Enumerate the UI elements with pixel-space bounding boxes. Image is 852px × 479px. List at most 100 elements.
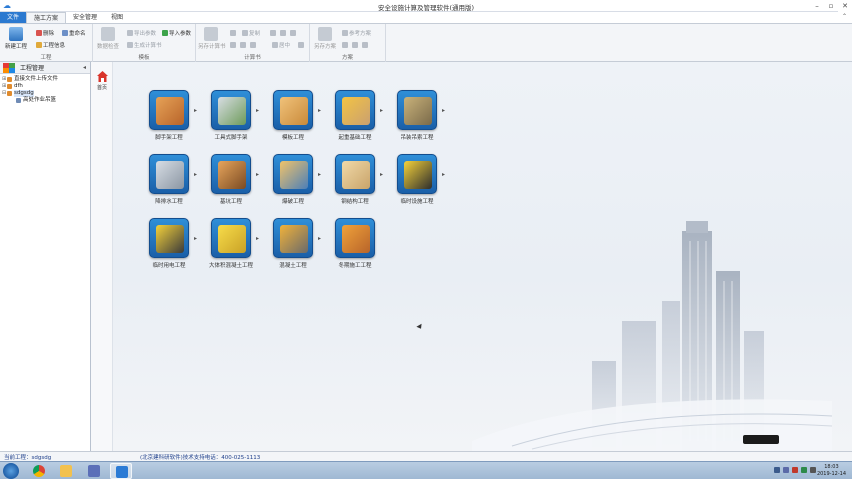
module-hoisting[interactable]: 吊装吊索工程 ▸	[391, 90, 445, 141]
expand-arrow-icon[interactable]: ▸	[380, 171, 383, 178]
project-node-icon	[7, 84, 12, 89]
title-bar: ☁ 安全设施计算及管理软件(通用版) – ▫ ✕	[0, 0, 852, 12]
project-info-button[interactable]: 工程信息	[36, 41, 65, 49]
cut-icon[interactable]	[230, 42, 236, 48]
system-clock[interactable]: 18:03 2019-12-14	[817, 464, 846, 478]
home-icon	[96, 70, 109, 83]
module-temporary-facility[interactable]: 临时设施工程 ▸	[391, 154, 445, 205]
expand-arrow-icon[interactable]: ▸	[256, 171, 259, 178]
expand-arrow-icon[interactable]: ▸	[194, 171, 197, 178]
maximize-icon[interactable]: ▫	[824, 0, 838, 12]
close-icon[interactable]: ✕	[838, 0, 852, 12]
print-icon[interactable]	[230, 30, 236, 36]
expand-arrow-icon[interactable]: ▸	[256, 235, 259, 242]
start-button-icon[interactable]	[3, 463, 19, 479]
expand-arrow-icon[interactable]: ▸	[256, 107, 259, 114]
zoom-in-icon[interactable]	[352, 42, 358, 48]
save-calc-book-button[interactable]: 另存计算书	[198, 27, 226, 50]
module-concrete[interactable]: 混凝土工程 ▸	[267, 218, 321, 269]
zoom-out-icon[interactable]	[362, 42, 368, 48]
tab-safety-management[interactable]: 安全管理	[66, 12, 104, 23]
center-button[interactable]: 居中	[272, 41, 290, 49]
tree-node-selected[interactable]: ⊟ sdgsdg	[2, 90, 90, 97]
module-formwork[interactable]: 模板工程 ▸	[267, 90, 321, 141]
tree-node[interactable]: ⊞ dfh	[2, 83, 90, 90]
bold-icon[interactable]	[270, 30, 276, 36]
reference-plan-button[interactable]: 参考方案	[342, 29, 371, 37]
tree-node[interactable]: ⊞ 直接文件上传文件	[2, 76, 90, 83]
mouse-cursor-icon	[416, 323, 424, 331]
project-manager-logo-icon	[3, 62, 17, 73]
module-crane-foundation[interactable]: 起重基础工程 ▸	[329, 90, 383, 141]
export-params-button[interactable]: 导出参数	[127, 29, 156, 37]
tab-view[interactable]: 视图	[104, 12, 130, 23]
module-tool-scaffold[interactable]: 工具式脚手架 ▸	[205, 90, 259, 141]
tab-file[interactable]: 文件	[0, 12, 27, 23]
panel-pin-icon[interactable]: ◂	[83, 64, 86, 71]
expand-arrow-icon[interactable]: ▸	[318, 235, 321, 242]
taskbar-app-2[interactable]	[83, 463, 105, 479]
expand-arrow-icon[interactable]: ▸	[380, 107, 383, 114]
minimize-icon[interactable]: –	[810, 0, 824, 12]
home-column: 首页	[91, 62, 113, 451]
import-params-button[interactable]: 导入参数	[162, 29, 191, 37]
paste-icon[interactable]	[240, 42, 246, 48]
project-node-icon	[7, 91, 12, 96]
delete-icon	[36, 30, 42, 36]
volume-icon[interactable]	[810, 467, 816, 473]
tree-node-child[interactable]: 高处作业吊篮	[2, 97, 90, 104]
copy-button[interactable]: 复制	[242, 29, 260, 37]
tab-construction-plan[interactable]: 施工方案	[26, 12, 67, 23]
steel-structure-icon	[335, 154, 375, 194]
module-winter-construction[interactable]: 冬期施工工程	[329, 218, 381, 269]
input-method-icon[interactable]	[783, 467, 789, 473]
module-blasting[interactable]: 爆破工程 ▸	[267, 154, 321, 205]
rename-button[interactable]: 重命名	[62, 29, 86, 37]
ribbon-group-plan: 另存方案 参考方案 方案	[310, 24, 386, 62]
module-drainage[interactable]: 降排水工程 ▸	[143, 154, 197, 205]
expand-arrow-icon[interactable]: ▸	[194, 107, 197, 114]
expand-arrow-icon[interactable]: ▸	[318, 171, 321, 178]
expand-arrow-icon[interactable]: ▸	[442, 171, 445, 178]
underline-icon[interactable]	[280, 30, 286, 36]
tray-up-arrow-icon[interactable]	[774, 467, 780, 473]
reference-plan-icon	[342, 30, 348, 36]
taskbar-chrome[interactable]	[28, 463, 50, 479]
formwork-icon	[273, 90, 313, 130]
hoisting-icon	[397, 90, 437, 130]
module-temporary-power[interactable]: 临时用电工程 ▸	[143, 218, 197, 269]
blasting-icon	[273, 154, 313, 194]
ribbon-collapse-icon[interactable]: ⌃	[842, 13, 847, 20]
expand-arrow-icon[interactable]: ▸	[318, 107, 321, 114]
window-controls: – ▫ ✕	[810, 0, 852, 12]
clipboard-icons	[230, 42, 256, 48]
expand-arrow-icon[interactable]: ▸	[442, 107, 445, 114]
new-project-button[interactable]: 新建工程	[3, 27, 29, 50]
security-icon[interactable]	[792, 467, 798, 473]
floating-input-toolbar[interactable]	[743, 435, 779, 444]
fit-page-icon[interactable]	[342, 42, 348, 48]
data-check-button[interactable]: 数据检查	[95, 27, 121, 50]
delete-button[interactable]: 删除	[36, 29, 54, 37]
taskbar-explorer[interactable]	[55, 463, 77, 479]
ribbon-group-project: 新建工程 删除 重命名 工程信息 工程	[0, 24, 93, 62]
calc-book-edit-icons	[230, 30, 236, 36]
taskbar-safety-software[interactable]	[110, 463, 132, 479]
mass-concrete-icon	[211, 218, 251, 258]
italic-icon[interactable]	[290, 30, 296, 36]
align-right-icon[interactable]	[298, 42, 304, 48]
module-mass-concrete[interactable]: 大体积混凝土工程 ▸	[205, 218, 259, 269]
expand-arrow-icon[interactable]: ▸	[194, 235, 197, 242]
drainage-icon	[149, 154, 189, 194]
align-left-icon[interactable]	[250, 42, 256, 48]
crane-foundation-icon	[335, 90, 375, 130]
module-foundation-pit[interactable]: 基坑工程 ▸	[205, 154, 259, 205]
module-scaffold[interactable]: 脚手架工程 ▸	[143, 90, 197, 141]
generate-calc-book-button[interactable]: 生成计算书	[127, 41, 162, 49]
folder-icon	[60, 465, 72, 477]
save-plan-button[interactable]: 另存方案	[312, 27, 338, 50]
network-icon[interactable]	[801, 467, 807, 473]
home-button[interactable]: 首页	[94, 70, 110, 91]
project-info-icon	[36, 42, 42, 48]
module-steel-structure[interactable]: 钢结构工程 ▸	[329, 154, 383, 205]
